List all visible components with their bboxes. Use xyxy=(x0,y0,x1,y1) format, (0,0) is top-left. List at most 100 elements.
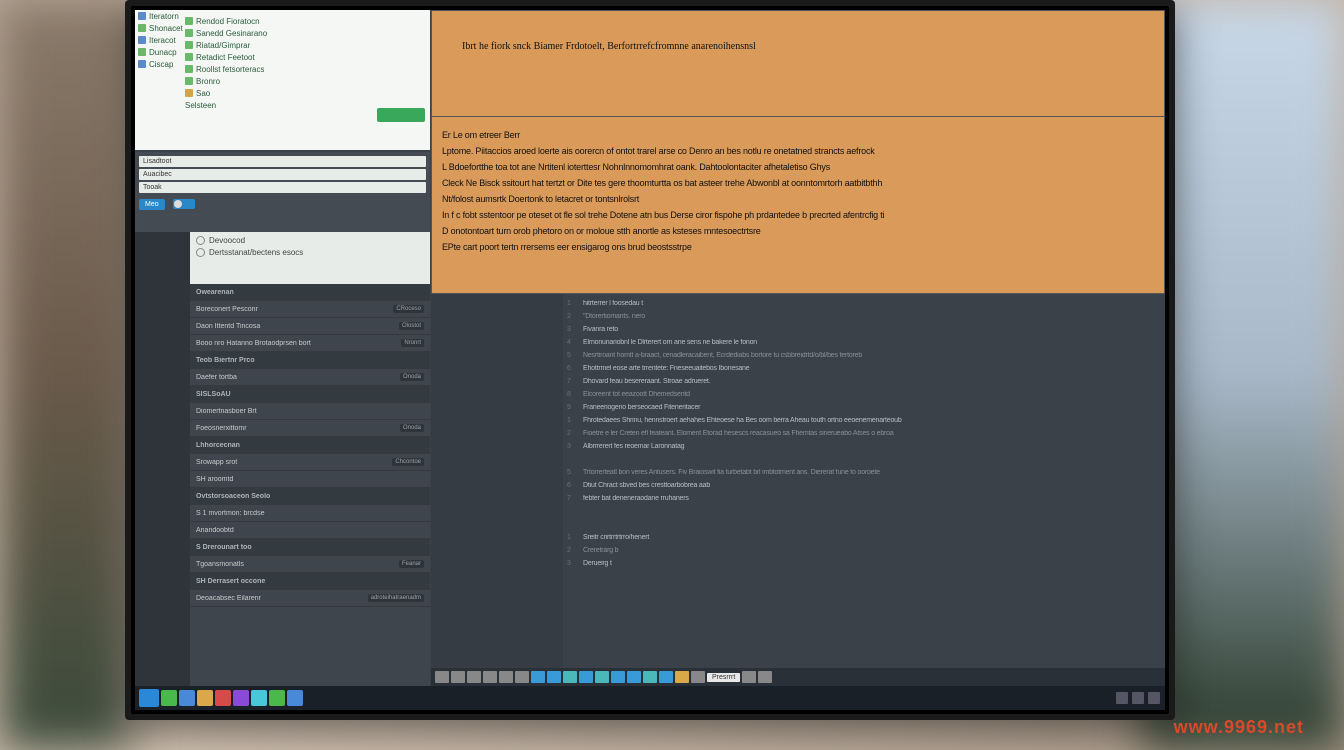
prop-section-header: Ovtstorsoaceon Seolo xyxy=(190,488,430,505)
prop-row[interactable]: Deoacabsec Eilarenradroteihatraenadm xyxy=(190,590,430,607)
prop-row[interactable]: SH aroomtd xyxy=(190,471,430,488)
monitor-frame: IteratornShonacetIteracotDunacpCiscap Re… xyxy=(125,0,1175,720)
explorer-item[interactable]: Iteratorn xyxy=(138,10,183,22)
code-line[interactable]: 7Dhovard feau besereraant. Stroae adruer… xyxy=(567,378,1159,391)
prop-row[interactable]: S 1 mvortmon: brcdse xyxy=(190,505,430,522)
screen: IteratornShonacetIteracotDunacpCiscap Re… xyxy=(135,10,1165,710)
list-item[interactable]: Lisadtoot xyxy=(139,156,426,167)
prop-row[interactable]: Daon Ittentd TincosaOlostot xyxy=(190,318,430,335)
doc-line: L Bdoefortthe toa tot ane Nrtitenl ioter… xyxy=(442,161,1154,175)
explorer-item[interactable]: Dunacp xyxy=(138,46,183,58)
file-icon xyxy=(185,29,193,37)
taskbar-app-icon[interactable] xyxy=(269,690,285,706)
editor-gutter xyxy=(431,294,563,710)
code-line[interactable]: 1hitrterrer l foosedau t xyxy=(567,300,1159,313)
prop-section-header: Teob Biertnr Prco xyxy=(190,352,430,369)
prop-section-header: S Drerounart too xyxy=(190,539,430,556)
explorer-item[interactable]: Ciscap xyxy=(138,58,183,70)
code-line[interactable]: 2Fioetre e ler Creten efl feateant. Elom… xyxy=(567,430,1159,443)
code-editor-panel[interactable]: 1hitrterrer l foosedau t2"Dtorertiomants… xyxy=(431,294,1165,710)
prop-row[interactable]: Daefer tortbaOnoda xyxy=(190,369,430,386)
document-panel: Ibrt he fiork snck Biamer Frdotoelt, Ber… xyxy=(431,10,1165,294)
list-item[interactable]: Auacibec xyxy=(139,169,426,180)
prop-section-header: SH Derrasert occone xyxy=(190,573,430,590)
code-line[interactable]: 6Dtiut Chract sbved bes cresttoarbobrea … xyxy=(567,482,1159,495)
code-line[interactable]: 7febter bat deneneraodane rruhaners xyxy=(567,495,1159,508)
file-icon xyxy=(185,89,193,97)
taskbar-app-icon[interactable] xyxy=(287,690,303,706)
prop-section-header: SISLSoAU xyxy=(190,386,430,403)
code-line[interactable]: 3Fivanra reto xyxy=(567,326,1159,339)
doc-body: Er Le om etreer Berr Lptome. Piitaccios a… xyxy=(442,129,1154,285)
activity-bar[interactable] xyxy=(135,232,190,710)
explorer-item[interactable]: Roollst fetsorteracs xyxy=(185,63,425,75)
prop-row[interactable]: Diomertnasboer Brt xyxy=(190,403,430,420)
radio-icon[interactable] xyxy=(196,248,205,257)
file-icon xyxy=(138,12,146,20)
doc-line: Lptome. Piitaccios aroed loerte ais oore… xyxy=(442,145,1154,159)
app-taskbar[interactable]: Presrrrt xyxy=(431,668,1165,686)
tag-chip[interactable]: Meo xyxy=(139,199,165,210)
file-icon xyxy=(138,60,146,68)
taskbar-label[interactable]: Presrrrt xyxy=(707,673,740,682)
code-line[interactable]: 1Sreitr crirtrrtrtrro/henert xyxy=(567,534,1159,547)
code-line[interactable]: 3Derueirg t xyxy=(567,560,1159,573)
file-explorer-panel: IteratornShonacetIteracotDunacpCiscap Re… xyxy=(135,10,430,150)
code-line[interactable]: 1Fhrotedaees Shrinu, hennstroert aehahes… xyxy=(567,417,1159,430)
explorer-item[interactable]: Iteracot xyxy=(138,34,183,46)
doc-line: Er Le om etreer Berr xyxy=(442,129,1154,143)
explorer-item[interactable]: Sanedd Gesinarano xyxy=(185,27,425,39)
prop-row[interactable]: Anandoobtd xyxy=(190,522,430,539)
file-icon xyxy=(185,17,193,25)
code-line[interactable]: 9Franeeriogeno berseocaed Fiteneritacer xyxy=(567,404,1159,417)
file-icon xyxy=(185,53,193,61)
explorer-item[interactable]: Rendod Fioratocn xyxy=(185,15,425,27)
tray-icon[interactable] xyxy=(1116,692,1128,704)
mid-list-panel: Lisadtoot Auacibec Tooak Meo xyxy=(135,152,430,232)
code-line[interactable]: 8Elcoreent tot eeazoott Dhemedsentd xyxy=(567,391,1159,404)
os-taskbar[interactable] xyxy=(135,686,1165,710)
doc-title: Ibrt he fiork snck Biamer Frdotoelt, Ber… xyxy=(462,41,1134,52)
start-button[interactable] xyxy=(139,689,159,707)
doc-line: Cleck Ne Bisck ssitourt hat tertzt or Di… xyxy=(442,177,1154,191)
file-icon xyxy=(138,24,146,32)
search-panel: Devoocod Dertsstanat/bectens esocs xyxy=(190,232,430,284)
doc-line: In f c fobt sstentoor pe oteset ot fle s… xyxy=(442,209,1154,223)
code-line[interactable]: 6Ehottrmel eose arte trrentete: Fneseeua… xyxy=(567,365,1159,378)
watermark: www.9969.net xyxy=(1174,717,1304,738)
explorer-item[interactable]: Retadict Feetoot xyxy=(185,51,425,63)
toggle-switch[interactable] xyxy=(173,199,195,209)
prop-row[interactable]: TgoansmonatlsFeanar xyxy=(190,556,430,573)
explorer-item[interactable]: Riatad/Gimprar xyxy=(185,39,425,51)
radio-icon[interactable] xyxy=(196,236,205,245)
tray-icon[interactable] xyxy=(1132,692,1144,704)
file-icon xyxy=(185,41,193,49)
taskbar-app-icon[interactable] xyxy=(233,690,249,706)
search-opt-1[interactable]: Devoocod xyxy=(209,236,245,245)
properties-panel: OwearenanBoreconert PesconrCRocesoDaon I… xyxy=(190,284,430,710)
explorer-item[interactable]: Shonacet xyxy=(138,22,183,34)
code-line[interactable]: 3Albrrrerert fes reoemar Laronnatag xyxy=(567,443,1159,456)
prop-row[interactable]: FoeosnerxittomrOnoda xyxy=(190,420,430,437)
code-line[interactable]: 5Nesrtiroant homtt a-braact, cenadleraca… xyxy=(567,352,1159,365)
taskbar-app-icon[interactable] xyxy=(179,690,195,706)
list-item[interactable]: Tooak xyxy=(139,182,426,193)
search-opt-2[interactable]: Dertsstanat/bectens esocs xyxy=(209,248,303,257)
tray-icon[interactable] xyxy=(1148,692,1160,704)
code-line[interactable]: 2Creretrarg b xyxy=(567,547,1159,560)
taskbar-app-icon[interactable] xyxy=(215,690,231,706)
taskbar-app-icon[interactable] xyxy=(251,690,267,706)
code-line[interactable]: 5Trtorrerteatl bon veres Antusers. Fiv B… xyxy=(567,469,1159,482)
explorer-item[interactable]: Sao xyxy=(185,87,425,99)
taskbar-app-icon[interactable] xyxy=(161,690,177,706)
code-line[interactable]: 2"Dtorertiomants. nero xyxy=(567,313,1159,326)
prop-row[interactable]: Srowapp srotChcontoe xyxy=(190,454,430,471)
doc-line: Nt/folost aumsrtk Doertonk to letacret o… xyxy=(442,193,1154,207)
prop-row[interactable]: Boreconert PesconrCRoceso xyxy=(190,301,430,318)
code-line[interactable]: 4Elrnonunariobnl le Dlrterert orn ane se… xyxy=(567,339,1159,352)
taskbar-app-icon[interactable] xyxy=(197,690,213,706)
explorer-item[interactable]: Bronro xyxy=(185,75,425,87)
prop-row[interactable]: Booo nro Hatanno Brotaodprsen bortNronrt xyxy=(190,335,430,352)
doc-line: EPte cart poort tertn rrersems eer ensig… xyxy=(442,241,1154,255)
file-icon xyxy=(138,48,146,56)
